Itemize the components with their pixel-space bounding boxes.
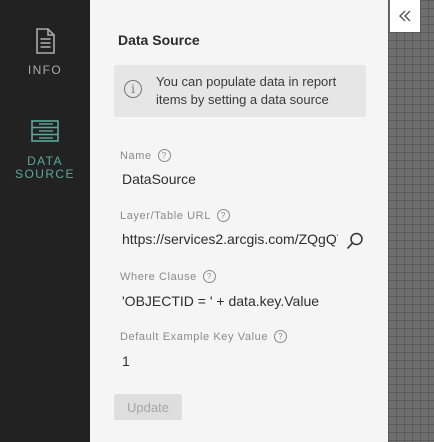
collapse-panel-button[interactable] [390, 0, 420, 32]
update-button[interactable]: Update [114, 394, 182, 420]
sidebar-item-info[interactable]: INFO [0, 28, 90, 77]
layer-url-label-text: Layer/Table URL [120, 209, 211, 222]
sidebar-item-label: INFO [27, 63, 63, 77]
where-clause-field[interactable] [122, 293, 362, 309]
layer-url-label: Layer/Table URL ? [120, 209, 230, 222]
database-icon [31, 120, 59, 142]
document-icon [36, 28, 55, 54]
side-rail: INFO DATA SOURCE [0, 0, 90, 442]
info-icon: i [124, 80, 142, 98]
sidebar-item-data-source[interactable]: DATA SOURCE [0, 120, 90, 181]
default-key-label-text: Default Example Key Value [120, 330, 269, 343]
name-label-text: Name [120, 149, 152, 162]
help-icon[interactable]: ? [216, 209, 230, 222]
name-field[interactable] [122, 171, 362, 187]
data-source-panel: Data Source i You can populate data in r… [90, 0, 388, 442]
help-icon[interactable]: ? [157, 149, 171, 162]
help-icon[interactable]: ? [202, 270, 216, 283]
where-clause-label-text: Where Clause [120, 270, 197, 283]
info-notice: i You can populate data in report items … [114, 65, 366, 117]
name-label: Name ? [120, 149, 171, 162]
layer-url-field[interactable] [122, 231, 338, 247]
where-clause-label: Where Clause ? [120, 270, 216, 283]
double-chevron-left-icon [399, 10, 411, 22]
default-key-field[interactable] [122, 353, 362, 369]
canvas-grid-background [388, 0, 434, 442]
search-icon[interactable] [346, 232, 364, 250]
help-icon[interactable]: ? [274, 330, 288, 343]
default-key-label: Default Example Key Value ? [120, 330, 288, 343]
panel-title: Data Source [118, 32, 200, 48]
info-message: You can populate data in report items by… [156, 74, 337, 107]
sidebar-item-label-line2: SOURCE [15, 167, 75, 181]
